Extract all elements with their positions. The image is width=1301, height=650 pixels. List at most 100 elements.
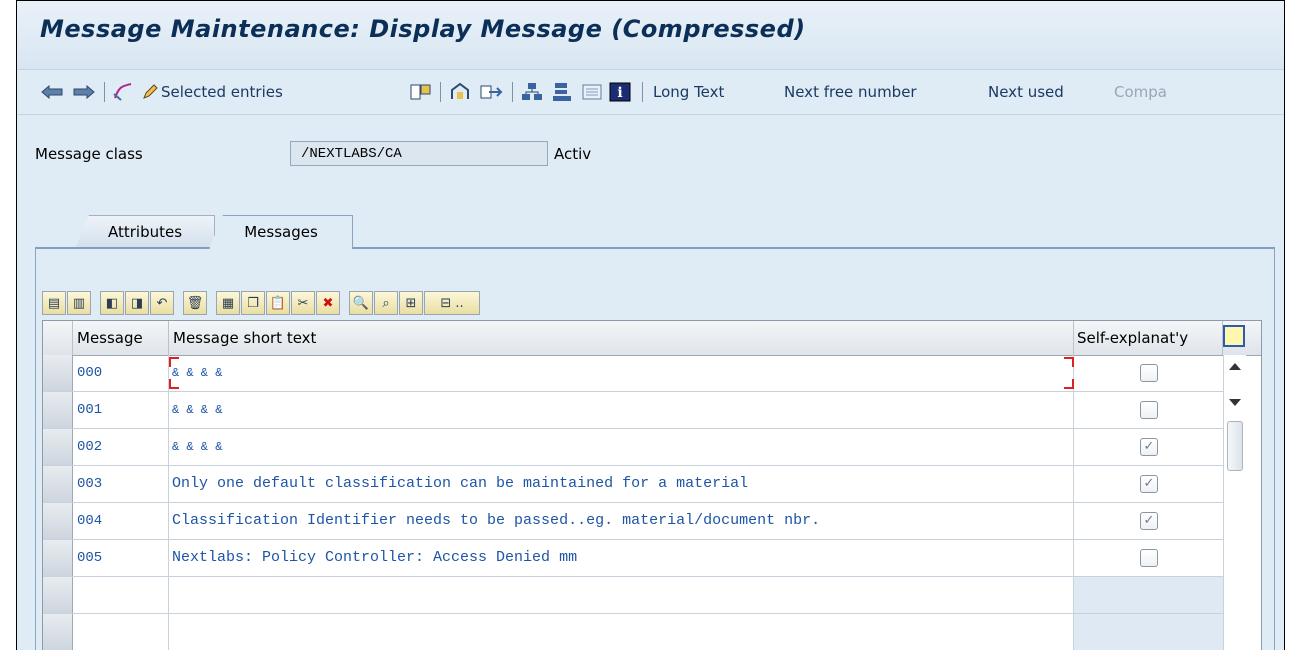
row-selector[interactable] xyxy=(43,577,73,613)
message-short-text-cell[interactable]: & & & & xyxy=(169,392,1074,428)
cut-icon[interactable]: ✂ xyxy=(291,291,315,315)
layout-icon[interactable] xyxy=(551,82,573,102)
self-explanatory-cell: ✓ xyxy=(1074,429,1223,465)
self-explanatory-cell: ✓ xyxy=(1074,503,1223,539)
self-explanatory-cell xyxy=(1074,577,1223,613)
column-header-message[interactable]: Message xyxy=(73,321,169,355)
messages-table: Message Message short text Self-explanat… xyxy=(42,320,1262,650)
hierarchy-icon[interactable] xyxy=(521,82,543,102)
message-number-cell[interactable]: 003 xyxy=(73,466,169,502)
row-selector[interactable] xyxy=(43,392,73,428)
delete-icon[interactable]: 🗑 xyxy=(183,291,207,315)
title-bar: Message Maintenance: Display Message (Co… xyxy=(17,1,1284,69)
copy-icon[interactable]: ❐ xyxy=(241,291,265,315)
scroll-down-icon[interactable] xyxy=(1229,399,1241,406)
table-row[interactable]: 004 Classification Identifier needs to be… xyxy=(43,503,1223,540)
row-selector[interactable] xyxy=(43,503,73,539)
table-row[interactable]: 000 & & & & xyxy=(43,355,1223,392)
self-explanatory-checkbox[interactable] xyxy=(1140,549,1158,567)
table-row[interactable]: 003 Only one default classification can b… xyxy=(43,466,1223,503)
long-text-button[interactable]: Long Text xyxy=(653,82,724,102)
find-icon[interactable]: 🔍 xyxy=(349,291,373,315)
message-short-text-cell[interactable] xyxy=(169,577,1074,613)
message-number-cell[interactable]: 002 xyxy=(73,429,169,465)
row-selector[interactable] xyxy=(43,540,73,576)
expand-icon[interactable]: ⊞ xyxy=(399,291,423,315)
self-explanatory-checkbox[interactable]: ✓ xyxy=(1140,438,1158,456)
row-selector[interactable] xyxy=(43,614,73,650)
message-short-text-cell[interactable] xyxy=(169,614,1074,650)
delete-row-icon[interactable]: ✖ xyxy=(316,291,340,315)
self-explanatory-checkbox[interactable] xyxy=(1140,364,1158,382)
table-row[interactable]: 001 & & & & xyxy=(43,392,1223,429)
first-page-icon[interactable]: ◧ xyxy=(100,291,124,315)
table-row-empty[interactable] xyxy=(43,577,1223,614)
message-short-text-cell[interactable]: Nextlabs: Policy Controller: Access Deni… xyxy=(169,540,1074,576)
message-class-field[interactable]: /NEXTLABS/CA xyxy=(290,141,548,166)
table-row[interactable]: 005 Nextlabs: Policy Controller: Access D… xyxy=(43,540,1223,577)
scroll-thumb[interactable] xyxy=(1227,421,1243,471)
paste-icon[interactable]: 📋 xyxy=(266,291,290,315)
scroll-up-icon[interactable] xyxy=(1229,363,1241,370)
application-toolbar: Selected entries i Long Text Next free n… xyxy=(17,69,1284,115)
table-row-empty[interactable] xyxy=(43,614,1223,650)
messages-panel: ▤ ▥ ◧ ◨ ↶ 🗑 ▦ ❐ 📋 ✂ ✖ 🔍 ⌕ ⊞ ⊟ .. Message… xyxy=(35,247,1275,650)
next-used-button[interactable]: Next used xyxy=(988,82,1064,102)
message-short-text-cell[interactable]: Classification Identifier needs to be pa… xyxy=(169,503,1074,539)
status-text: Activ xyxy=(554,145,592,163)
self-explanatory-cell xyxy=(1074,355,1223,391)
row-selector[interactable] xyxy=(43,355,73,391)
compare-button[interactable]: Compa xyxy=(1114,82,1167,102)
message-number-cell[interactable] xyxy=(73,614,169,650)
pencil-icon xyxy=(143,84,158,99)
select-all-cell[interactable] xyxy=(43,321,73,355)
message-number-cell[interactable]: 000 xyxy=(73,355,169,391)
svg-text:i: i xyxy=(617,85,622,101)
message-number-cell[interactable]: 005 xyxy=(73,540,169,576)
navigate-icon[interactable] xyxy=(479,82,503,102)
column-header-short-text[interactable]: Message short text xyxy=(169,321,1074,355)
self-explanatory-checkbox[interactable] xyxy=(1140,401,1158,419)
forward-arrow-icon[interactable] xyxy=(73,82,95,102)
tab-attributes[interactable]: Attributes xyxy=(75,215,215,249)
window-title: Message Maintenance: Display Message (Co… xyxy=(40,15,806,43)
back-arrow-icon[interactable] xyxy=(41,82,63,102)
self-explanatory-cell: ✓ xyxy=(1074,466,1223,502)
self-explanatory-checkbox[interactable]: ✓ xyxy=(1140,512,1158,530)
display-change-icon[interactable] xyxy=(111,82,135,102)
undo-icon[interactable]: ↶ xyxy=(150,291,174,315)
message-short-text-cell[interactable]: & & & & xyxy=(169,429,1074,465)
collapse-icon[interactable]: ⊟ .. xyxy=(424,291,480,315)
row-selector[interactable] xyxy=(43,429,73,465)
find-next-icon[interactable]: ⌕ xyxy=(374,291,398,315)
detail-view-icon[interactable]: ▥ xyxy=(67,291,91,315)
self-explanatory-cell xyxy=(1074,392,1223,428)
row-selector[interactable] xyxy=(43,466,73,502)
table-row[interactable]: 002 & & & & ✓ xyxy=(43,429,1223,466)
self-explanatory-cell xyxy=(1074,614,1223,650)
selected-entries-button[interactable]: Selected entries xyxy=(141,82,283,102)
next-free-number-button[interactable]: Next free number xyxy=(784,82,917,102)
self-explanatory-cell xyxy=(1074,540,1223,576)
self-explanatory-checkbox[interactable]: ✓ xyxy=(1140,475,1158,493)
column-settings-icon[interactable] xyxy=(1223,325,1245,347)
column-header-self-explanatory[interactable]: Self-explanat'y xyxy=(1074,321,1223,355)
tab-strip: Attributes Messages xyxy=(17,215,1284,249)
sap-window: Message Maintenance: Display Message (Co… xyxy=(16,0,1285,650)
message-number-cell[interactable] xyxy=(73,577,169,613)
info-icon[interactable]: i xyxy=(609,82,631,102)
message-number-cell[interactable]: 004 xyxy=(73,503,169,539)
message-short-text-cell[interactable]: Only one default classification can be m… xyxy=(169,466,1074,502)
message-number-cell[interactable]: 001 xyxy=(73,392,169,428)
list-icon[interactable] xyxy=(581,82,603,102)
next-page-icon[interactable]: ◨ xyxy=(125,291,149,315)
message-short-text-cell[interactable]: & & & & xyxy=(169,355,1074,391)
message-class-row: Message class /NEXTLABS/CA Activ xyxy=(17,141,1284,167)
other-object-icon[interactable] xyxy=(449,82,471,102)
vertical-scrollbar[interactable] xyxy=(1223,355,1246,650)
tab-messages[interactable]: Messages xyxy=(209,215,353,249)
message-class-label: Message class xyxy=(35,145,143,163)
details-icon[interactable]: ▤ xyxy=(42,291,66,315)
where-used-icon[interactable] xyxy=(410,82,432,102)
select-all-icon[interactable]: ▦ xyxy=(216,291,240,315)
